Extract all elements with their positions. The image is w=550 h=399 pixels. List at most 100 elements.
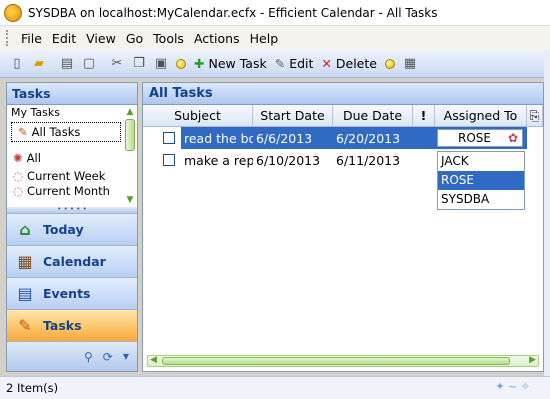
column-subject[interactable]: Subject <box>143 105 253 126</box>
nav-item-label: All Tasks <box>31 125 81 139</box>
row-due-date: 6/11/2013 <box>336 152 401 168</box>
nav-item-label: All <box>26 151 41 165</box>
edit-label: Edit <box>289 56 314 71</box>
new-task-label: New Task <box>208 56 267 71</box>
sync-icon[interactable]: ⟳ <box>103 350 113 364</box>
events-icon: ▤ <box>17 284 33 303</box>
filter-icon: ◌ <box>13 169 24 183</box>
edit-button[interactable]: ✎ Edit <box>275 56 314 71</box>
open-folder-icon[interactable]: ▰ <box>29 54 49 74</box>
window-edge <box>544 50 550 376</box>
grid-header: Subject Start Date Due Date ! Assigned T… <box>143 105 543 127</box>
task-view-list: ✎ All Tasks ✺ All ◌ Current Week ◌ Current M… <box>7 121 125 207</box>
events-label: Events <box>43 286 91 301</box>
navigation-pane: Tasks My Tasks ✎ All Tasks ✺ All ◌ Current … <box>6 82 138 372</box>
nav-item-current-week[interactable]: ◌ Current Week <box>7 167 125 185</box>
menu-bar: File Edit View Go Tools Actions Help <box>0 26 550 50</box>
column-assigned-to[interactable]: Assigned To <box>435 105 527 126</box>
app-icon <box>4 3 22 22</box>
copy-icon[interactable]: ❐ <box>129 54 149 74</box>
window-title: SYSDBA on localhost:MyCalendar.ecfx - Ef… <box>28 5 438 20</box>
status-bar: 2 Item(s) <box>0 376 550 399</box>
menu-actions[interactable]: Actions <box>189 31 245 46</box>
column-due-date[interactable]: Due Date <box>333 105 413 126</box>
nav-scrollbar[interactable]: ▲ ▼ <box>123 105 137 207</box>
tasks-label: Tasks <box>43 318 82 333</box>
paste-icon[interactable]: ▣ <box>151 54 171 74</box>
row-priority <box>413 127 435 149</box>
chevron-down-icon[interactable]: ▼ <box>123 352 129 361</box>
delete-x-icon: ✕ <box>321 56 332 71</box>
delete-button[interactable]: ✕ Delete <box>321 56 377 71</box>
toolbar: ▯ ▰ ▤ ▢ ✂ ❐ ▣ ✚ New Task ✎ Edit ✕ Delete ▦ <box>0 50 550 78</box>
pencil-icon: ✎ <box>274 56 286 71</box>
row-start-date: 6/10/2013 <box>256 152 321 168</box>
today-button[interactable]: ⌂ Today <box>7 213 137 245</box>
menu-edit[interactable]: Edit <box>47 31 81 46</box>
assigned-to-dropdown: JACK ROSE SYSDBA <box>437 151 525 210</box>
scroll-right-icon[interactable]: ▶ <box>529 355 536 365</box>
home-icon: ⌂ <box>19 220 31 239</box>
menu-grip <box>6 30 10 46</box>
row-due-date: 6/20/2013 <box>333 127 413 149</box>
scroll-thumb[interactable] <box>125 119 135 151</box>
horizontal-scrollbar[interactable]: ◀ ▶ <box>147 355 539 367</box>
scroll-thumb[interactable] <box>162 357 510 365</box>
events-button[interactable]: ▤ Events <box>7 277 137 309</box>
attachment-column-icon[interactable]: ⎘ <box>527 105 543 126</box>
menu-go[interactable]: Go <box>121 31 148 46</box>
properties-icon[interactable]: ▦ <box>400 54 420 74</box>
scroll-down-icon[interactable]: ▼ <box>125 195 135 205</box>
task-list-icon: ✎ <box>18 125 28 139</box>
nav-item-all[interactable]: ✺ All <box>7 149 125 167</box>
menu-file[interactable]: File <box>16 31 47 46</box>
table-row[interactable]: read the bo 6/6/2013 6/20/2013 ROSE ✿ <box>143 127 543 149</box>
assigned-to-value: ROSE <box>458 131 491 145</box>
cut-icon[interactable]: ✂ <box>107 54 127 74</box>
complete-checkbox[interactable] <box>163 132 175 144</box>
search-icon[interactable]: ⚲ <box>84 350 93 364</box>
nav-item-all-tasks[interactable]: ✎ All Tasks <box>11 122 121 142</box>
tasks-button[interactable]: ✎ Tasks <box>7 309 137 341</box>
task-list-pane: All Tasks Subject Start Date Due Date ! … <box>142 82 544 372</box>
item-count: 2 Item(s) <box>6 381 59 395</box>
nav-item-label: Current Month <box>27 185 110 197</box>
plus-icon: ✚ <box>194 56 205 71</box>
filter-icon: ◌ <box>13 185 24 197</box>
nav-item-current-month[interactable]: ◌ Current Month <box>7 185 125 197</box>
row-subject: make a rep <box>184 152 253 168</box>
scroll-up-icon[interactable]: ▲ <box>125 107 135 117</box>
nav-item-label: Current Week <box>27 169 106 183</box>
new-task-button[interactable]: ✚ New Task <box>194 56 267 71</box>
nav-header: Tasks <box>7 83 137 105</box>
column-start-date[interactable]: Start Date <box>253 105 333 126</box>
nav-footer: ⚲ ⟳ ▼ <box>7 341 137 371</box>
my-tasks-group: My Tasks <box>11 106 60 119</box>
scroll-left-icon[interactable]: ◀ <box>150 355 157 365</box>
print-icon[interactable]: ▤ <box>57 54 77 74</box>
assigned-to-combobox[interactable]: ROSE ✿ <box>437 129 523 147</box>
menu-help[interactable]: Help <box>245 31 284 46</box>
dropdown-option[interactable]: ROSE <box>438 171 524 190</box>
delete-label: Delete <box>335 56 377 71</box>
new-document-icon[interactable]: ▯ <box>7 54 27 74</box>
row-priority <box>413 149 435 171</box>
print-preview-icon[interactable]: ▢ <box>79 54 99 74</box>
tasks-icon: ✎ <box>18 316 32 335</box>
complete-checkbox[interactable] <box>163 154 175 166</box>
dropdown-arrow-icon[interactable]: ✿ <box>508 131 518 145</box>
calendar-icon: ▦ <box>17 252 33 271</box>
column-priority[interactable]: ! <box>413 105 435 126</box>
menu-view[interactable]: View <box>81 31 121 46</box>
calendar-button[interactable]: ▦ Calendar <box>7 245 137 277</box>
separator-dot-icon <box>176 58 186 69</box>
title-bar: SYSDBA on localhost:MyCalendar.ecfx - Ef… <box>0 0 550 26</box>
menu-tools[interactable]: Tools <box>148 31 189 46</box>
decoration-icon: ✦ ~ ✧ <box>495 380 530 393</box>
row-subject: read the bo <box>181 127 253 149</box>
gear-icon: ✺ <box>13 151 23 165</box>
dropdown-option[interactable]: SYSDBA <box>438 190 524 209</box>
dropdown-option[interactable]: JACK <box>438 152 524 171</box>
row-start-date: 6/6/2013 <box>253 127 333 149</box>
separator-dot-icon <box>384 58 395 69</box>
